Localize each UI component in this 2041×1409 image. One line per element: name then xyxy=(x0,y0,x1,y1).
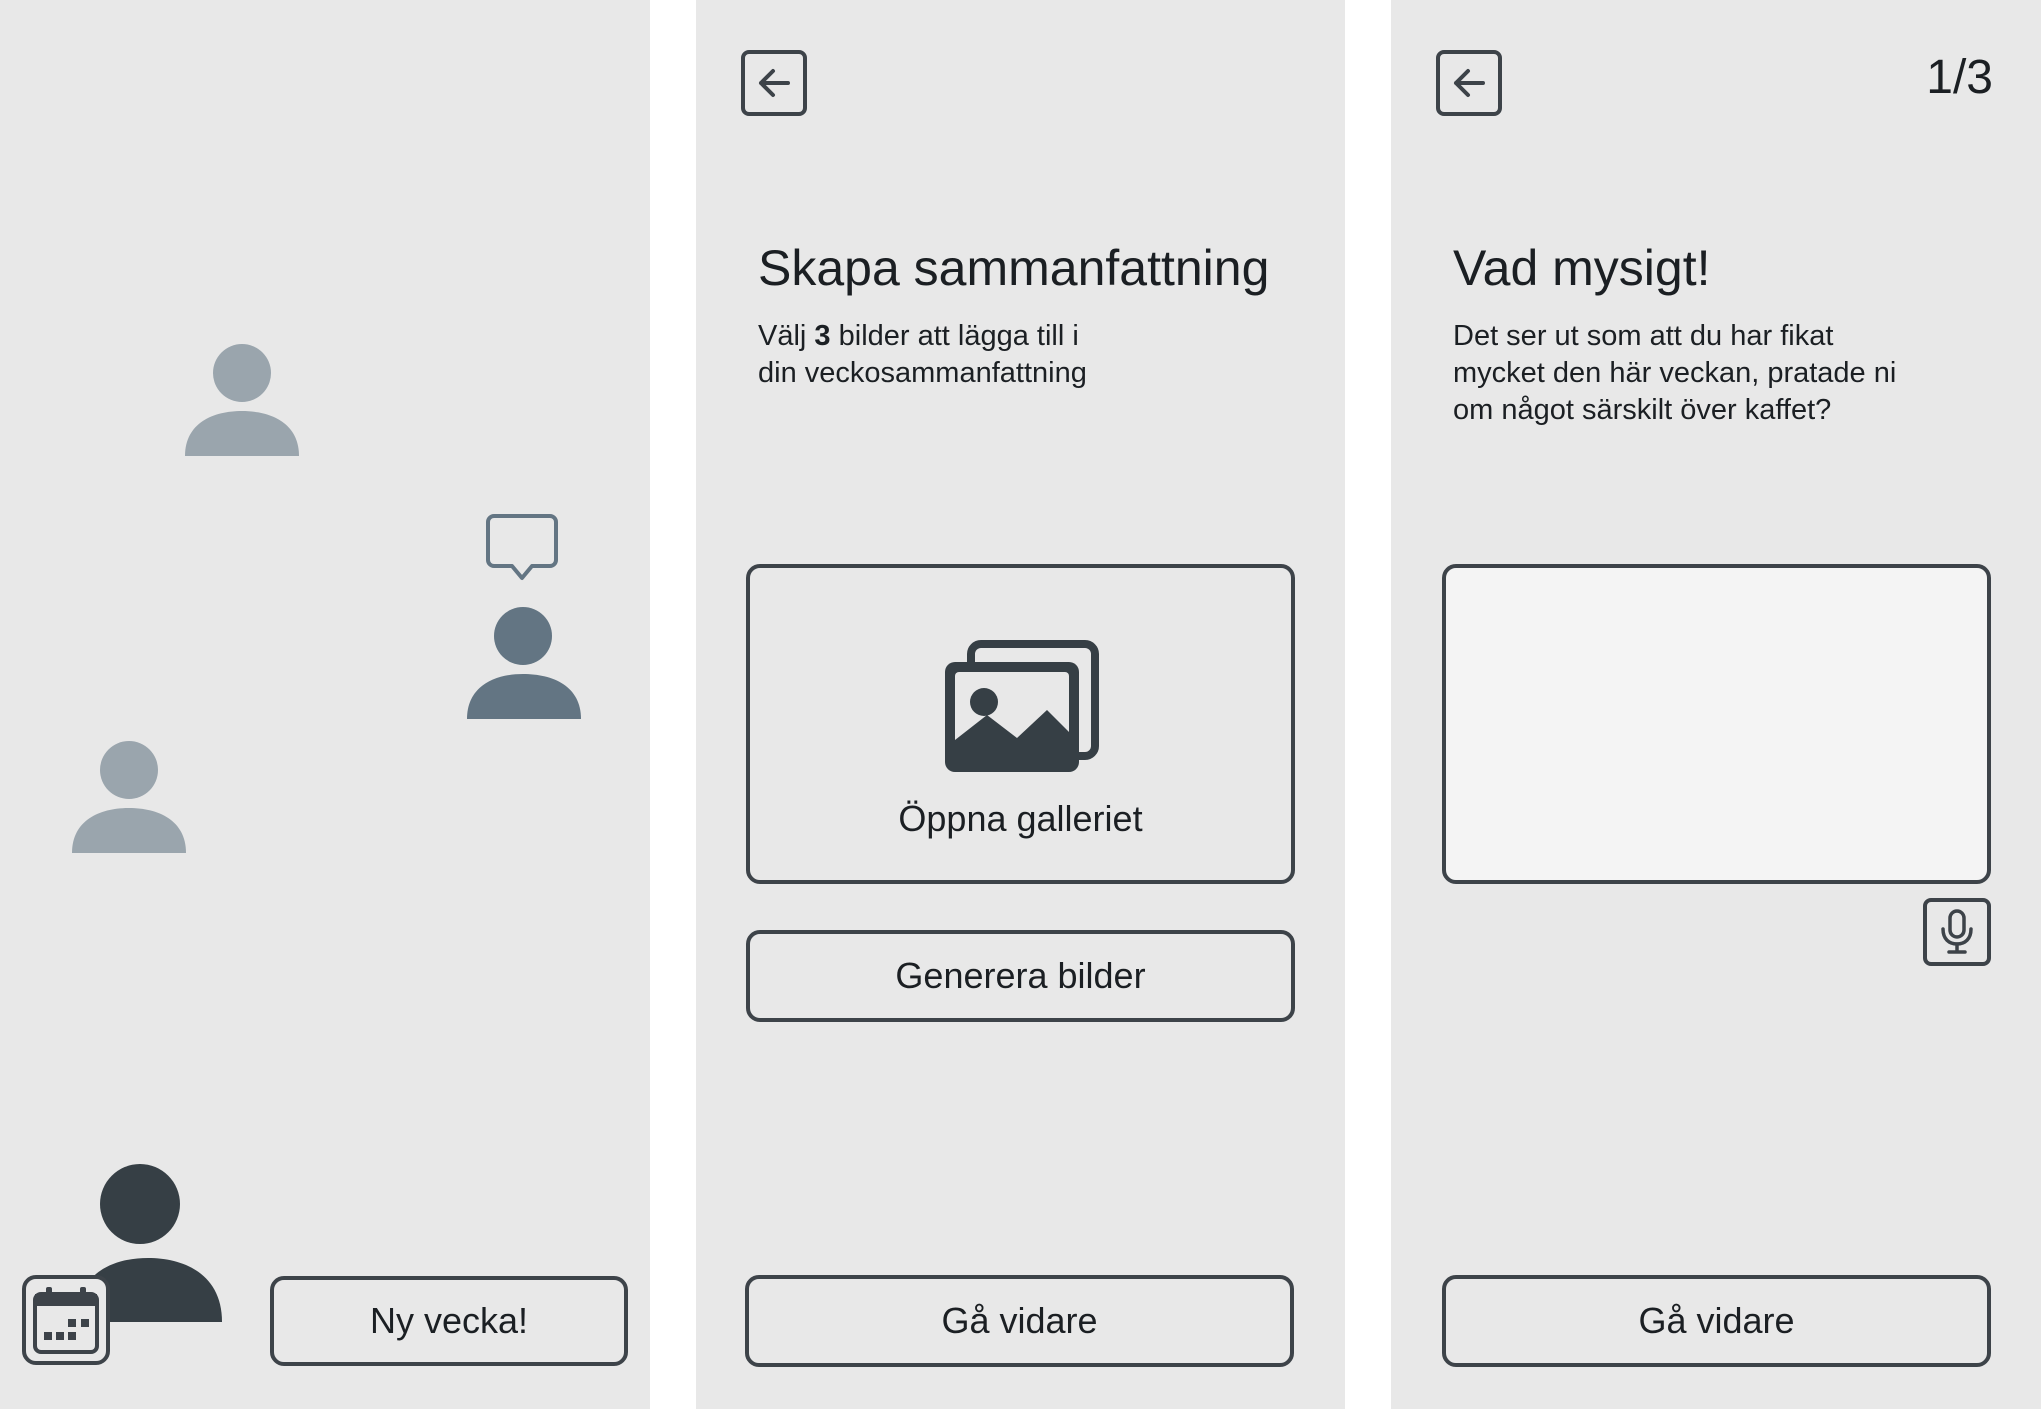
continue-button[interactable]: Gå vidare xyxy=(745,1275,1294,1367)
create-summary-screen: Skapa sammanfattning Välj 3 bilder att l… xyxy=(696,0,1345,1409)
person-icon[interactable] xyxy=(70,740,188,857)
person-icon[interactable] xyxy=(465,606,583,723)
page-body-text: Det ser ut som att du har fikat mycket d… xyxy=(1453,320,1897,426)
speech-bubble-icon xyxy=(486,514,558,580)
gallery-icon xyxy=(945,640,1099,772)
new-week-button[interactable]: Ny vecka! xyxy=(270,1276,628,1366)
arrow-left-icon xyxy=(1454,69,1485,97)
back-button[interactable] xyxy=(1436,50,1502,116)
home-screen: Ny vecka! xyxy=(0,0,650,1409)
page-title: Vad mysigt! xyxy=(1453,240,1711,296)
arrow-left-icon xyxy=(759,69,790,97)
back-button[interactable] xyxy=(741,50,807,116)
open-gallery-button[interactable]: Öppna galleriet xyxy=(746,564,1295,884)
answer-textarea[interactable] xyxy=(1442,564,1991,884)
person-icon[interactable] xyxy=(183,343,301,460)
microphone-button[interactable] xyxy=(1923,898,1991,966)
calendar-icon xyxy=(33,1287,99,1354)
page-title: Skapa sammanfattning xyxy=(758,240,1270,296)
progress-counter: 1/3 xyxy=(1926,51,1993,104)
image-count: 3 xyxy=(814,320,831,352)
continue-button[interactable]: Gå vidare xyxy=(1442,1275,1991,1367)
generate-images-button[interactable]: Generera bilder xyxy=(746,930,1295,1022)
microphone-icon xyxy=(1941,909,1973,954)
calendar-button[interactable] xyxy=(22,1275,110,1365)
page-subtitle: Välj 3 bilder att lägga till i din vecko… xyxy=(758,320,1087,389)
reflection-screen: 1/3 Vad mysigt! Det ser ut som att du ha… xyxy=(1391,0,2041,1409)
open-gallery-label: Öppna galleriet xyxy=(898,798,1143,839)
